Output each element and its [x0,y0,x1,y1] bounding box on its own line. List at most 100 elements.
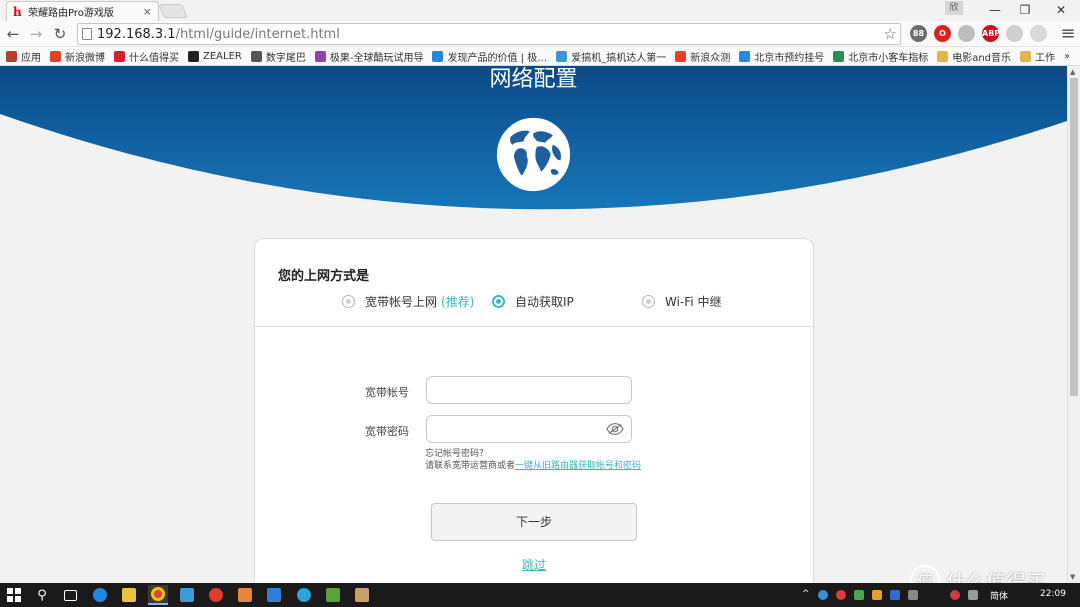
tab-close-icon[interactable]: × [143,5,152,18]
skip-link[interactable]: 跳过 [522,556,546,573]
tray-overflow-icon[interactable]: ^ [802,589,810,599]
bookmark-favicon-icon [50,50,61,62]
bookmark-favicon-icon [1020,50,1032,62]
new-tab-button[interactable] [158,4,188,18]
radio-dhcp[interactable]: 自动获取IP [492,293,574,309]
reload-button[interactable]: ↻ [50,24,70,44]
page-viewport: 网络配置 您的上网方式是 宽带帐号上网 (推荐) 自动获取IP Wi-Fi 中继 [0,66,1067,583]
adblock-ext-icon[interactable]: ABP [982,25,1000,42]
radio-dhcp-indicator[interactable] [492,294,505,308]
bookmarks-bar: 应用 新浪微博 什么值得买 ZEALER 数字尾巴 极果-全球酷玩试用导 发现产品的价值 |… [0,47,1080,66]
opera-ext-icon[interactable]: O [934,25,951,42]
tray-app-icon-3[interactable] [854,590,864,600]
bookmark-item[interactable]: 北京市小客车指标 [833,49,928,64]
app-icon-7[interactable] [352,585,372,605]
bookmark-favicon-icon [739,50,751,62]
search-icon[interactable]: ⚲ [32,585,52,605]
volume-icon[interactable] [968,590,978,600]
next-button[interactable]: 下一步 [431,503,637,541]
app-icon-5[interactable] [294,585,314,605]
close-window-button[interactable]: ✕ [1044,0,1078,21]
toggle-password-eye-icon[interactable] [606,422,624,436]
bookmark-star-icon[interactable]: ☆ [884,25,897,43]
bookmark-label: 电影and音乐 [952,52,1012,64]
import-credentials-link[interactable]: 一键从旧路由器获取帐号和密码 [515,461,641,471]
radio-wifi-repeater[interactable]: Wi-Fi 中继 [642,293,721,309]
tray-app-icon-1[interactable] [818,590,828,600]
bookmark-item[interactable]: 工作 [1020,49,1055,64]
tray-app-icon-5[interactable] [890,590,900,600]
bookmarks-overflow-button[interactable]: » [1064,51,1070,62]
scroll-thumb[interactable] [1070,78,1078,396]
page-icon [82,28,92,40]
bookmark-item[interactable]: 数字尾巴 [250,49,306,64]
clock-time[interactable]: 22:09 [1040,589,1066,599]
pocket-ext-icon[interactable] [1006,25,1023,42]
task-view-icon[interactable] [60,585,80,605]
edge-icon[interactable] [90,585,110,605]
profile-button[interactable]: 欣 [945,1,963,15]
cloud-ext-icon[interactable]: 88 [910,25,927,42]
bookmark-item[interactable]: 北京市预约挂号 [739,49,824,64]
chrome-taskbar-icon[interactable] [148,585,168,605]
app-icon-2[interactable] [206,585,226,605]
tray-app-icon-6[interactable] [950,590,960,600]
bookmark-favicon-icon [6,50,17,62]
app-icon-1[interactable] [177,585,197,605]
scroll-up-icon[interactable]: ▲ [1070,68,1075,76]
url-text[interactable]: 192.168.3.1/html/guide/internet.html [97,27,340,42]
back-button[interactable]: ← [3,24,23,44]
recommend-tag: (推荐) [441,294,475,309]
radio-pppoe[interactable]: 宽带帐号上网 (推荐) [342,293,474,309]
tray-app-icon-2[interactable] [836,590,846,600]
bookmark-label: 爱搞机_搞机达人第一 [571,52,667,64]
chrome-ext-icon[interactable] [958,25,975,42]
bookmark-label: ZEALER [203,50,242,62]
app-icon-4[interactable] [264,585,284,605]
bookmark-item[interactable]: 应用 [6,49,41,64]
bookmark-favicon-icon [556,50,568,62]
browser-tab[interactable]: h 荣耀路由Pro游戏版 × [6,1,159,21]
page-scrollbar[interactable]: ▲ ▼ [1067,66,1080,583]
bookmark-label: 北京市小客车指标 [848,52,929,64]
tray-app-icon-4[interactable] [872,590,882,600]
address-bar[interactable]: 192.168.3.1/html/guide/internet.html ☆ [77,23,901,45]
account-input[interactable] [426,376,632,404]
bookmark-item[interactable]: 新浪众测 [675,49,730,64]
password-input[interactable] [426,415,632,443]
explorer-icon[interactable] [119,585,139,605]
bookmark-favicon-icon [314,50,326,62]
network-icon[interactable] [908,590,918,600]
flag-ext-icon[interactable] [1030,25,1047,42]
bookmark-favicon-icon [937,50,949,62]
bookmark-label: 发现产品的价值 | 极… [447,52,548,64]
app-icon-6[interactable] [323,585,343,605]
bookmark-favicon-icon [114,50,125,62]
bookmark-label: 什么值得买 [129,52,179,64]
bookmark-label: 北京市预约挂号 [754,52,825,64]
input-language[interactable]: 简体 [990,589,1008,602]
bookmark-item[interactable]: 极果-全球酷玩试用导 [314,49,423,64]
bookmark-item[interactable]: 爱搞机_搞机达人第一 [556,49,666,64]
scroll-down-icon[interactable]: ▼ [1070,573,1075,581]
contact-hint-text: 请联系宽带运营商或者 [425,461,516,471]
bookmark-item[interactable]: 电影and音乐 [937,49,1011,64]
forward-button[interactable]: → [26,24,46,44]
bookmark-item[interactable]: 新浪微博 [50,49,105,64]
bookmark-item[interactable]: 发现产品的价值 | 极… [432,49,547,64]
minimize-button[interactable]: — [978,0,1012,21]
windows-logo-icon [7,588,21,602]
tab-title: 荣耀路由Pro游戏版 [28,8,114,19]
radio-pppoe-indicator[interactable] [342,294,355,308]
page-title: 网络配置 [489,67,578,92]
app-icon-3[interactable] [235,585,255,605]
bookmark-item[interactable]: 什么值得买 [114,49,179,64]
bookmark-label: 新浪众测 [690,52,731,64]
restore-button[interactable]: ❐ [1008,0,1042,21]
chrome-menu-icon[interactable]: ≡ [1058,24,1078,44]
bookmark-item[interactable]: ZEALER [188,50,242,62]
password-label: 宽带密码 [365,425,409,438]
radio-dhcp-label: 自动获取IP [515,294,574,309]
radio-wifi-repeater-indicator[interactable] [642,294,655,308]
start-button[interactable] [4,585,24,605]
